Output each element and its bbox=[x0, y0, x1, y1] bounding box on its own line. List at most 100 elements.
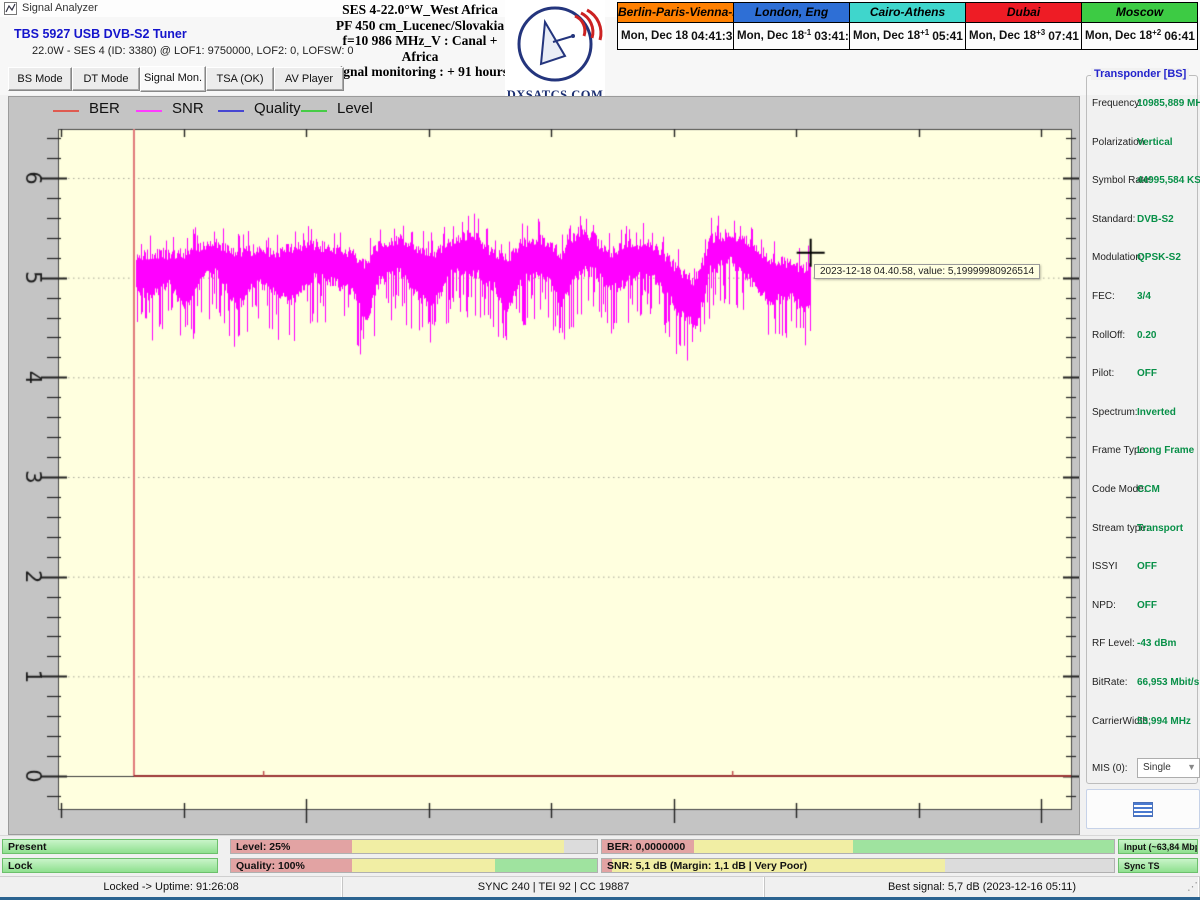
tuner-details: 22.0W - SES 4 (ID: 3380) @ LOF1: 9750000… bbox=[32, 45, 354, 57]
tuner-name: TBS 5927 USB DVB-S2 Tuner bbox=[14, 27, 187, 41]
signal-analyzer-window: Signal Analyzer ▭ ✕ TBS 5927 USB DVB-S2 … bbox=[0, 0, 1200, 900]
clock-3: DubaiMon, Dec 18+307:41 bbox=[966, 3, 1082, 49]
transponder-label-13: NPD: bbox=[1092, 600, 1116, 611]
transponder-value-6: 0.20 bbox=[1137, 330, 1156, 341]
badge-present: Present bbox=[2, 839, 218, 854]
dxsatcs-logo: DXSATCS.COM bbox=[505, 0, 605, 106]
clock-time-row-4: Mon, Dec 18+206:41 bbox=[1082, 23, 1197, 49]
bar-quality: Quality: 100% bbox=[230, 858, 598, 873]
transponder-value-8: Inverted bbox=[1137, 407, 1176, 418]
transponder-value-15: 66,953 Mbit/s bbox=[1137, 677, 1199, 688]
transponder-value-4: QPSK-S2 bbox=[1137, 252, 1181, 263]
bar-ber-segment-2 bbox=[853, 840, 1114, 853]
bar-level-label: Level: 25% bbox=[236, 840, 290, 854]
clock-4: MoscowMon, Dec 18+206:41 bbox=[1082, 3, 1197, 49]
mis-selected-value: Single bbox=[1143, 762, 1171, 773]
bar-level: Level: 25% bbox=[230, 839, 598, 854]
bar-snr: SNR: 5,1 dB (Margin: 1,1 dB | Very Poor) bbox=[601, 858, 1115, 873]
spectrum-icon bbox=[1133, 802, 1153, 817]
transponder-label-3: Standard: bbox=[1092, 214, 1135, 225]
legend-label-snr: SNR bbox=[172, 100, 204, 117]
transponder-value-2: 44995,584 KS/s bbox=[1137, 175, 1200, 186]
transponder-label-14: RF Level: bbox=[1092, 638, 1135, 649]
transponder-label-4: Modulation: bbox=[1092, 252, 1144, 263]
header-line-3: Signal monitoring : + 91 hours bbox=[330, 64, 510, 80]
status-bars-panel: PresentLevel: 25%BER: 0,0000000Input (~6… bbox=[0, 835, 1200, 877]
statusbar-item-2: Best signal: 5,7 dB (2023-12-16 05:11) bbox=[765, 877, 1200, 898]
badge-input-63-84-mbps-: Input (~63,84 Mbps) bbox=[1118, 839, 1198, 854]
bar-quality-segment-1 bbox=[352, 859, 495, 872]
statusbar-item-1: SYNC 240 | TEI 92 | CC 19887 bbox=[343, 877, 765, 898]
clock-date: Mon, Dec 18 bbox=[969, 30, 1036, 42]
badge-sync-ts: Sync TS bbox=[1118, 858, 1198, 873]
clock-time-row-3: Mon, Dec 18+307:41 bbox=[966, 23, 1081, 49]
transponder-panel: Transponder [BS] Frequency:10985,889 MHz… bbox=[1086, 75, 1198, 784]
monitoring-header: SES 4-22.0°W_West AfricaPF 450 cm_Lucene… bbox=[330, 2, 510, 80]
clock-utc-offset: -1 bbox=[804, 28, 814, 45]
chart-tooltip: 2023-12-18 04.40.58, value: 5,1999998092… bbox=[814, 264, 1040, 279]
legend-label-ber: BER bbox=[89, 100, 120, 117]
tab-dt-mode[interactable]: DT Mode bbox=[72, 67, 140, 91]
legend-line-snr bbox=[136, 110, 162, 112]
clock-1: London, EngMon, Dec 18-103:41:31 bbox=[734, 3, 850, 49]
legend-line-quality bbox=[218, 110, 244, 112]
app-icon bbox=[4, 2, 17, 15]
header-line-2: f=10 986 MHz_V : Canal + Africa bbox=[330, 33, 510, 64]
clock-utc-offset: +1 bbox=[920, 28, 932, 45]
signal-chart[interactable] bbox=[9, 121, 1079, 834]
chart-panel: BERSNRQualityLevel 2023-12-18 04.40.58, … bbox=[8, 96, 1080, 835]
mis-dropdown[interactable]: Single ▼ bbox=[1137, 758, 1200, 778]
clock-time-row-2: Mon, Dec 18+105:41 bbox=[850, 23, 965, 49]
clock-date: Mon, Dec 18 bbox=[621, 30, 688, 42]
tab-tsa-ok-[interactable]: TSA (OK) bbox=[206, 67, 274, 91]
header-line-1: PF 450 cm_Lucenec/Slovakia bbox=[330, 18, 510, 34]
tab-av-player[interactable]: AV Player bbox=[274, 67, 344, 91]
transponder-value-12: OFF bbox=[1137, 561, 1157, 572]
transponder-value-5: 3/4 bbox=[1137, 291, 1151, 302]
clock-time-row-0: Mon, Dec 1804:41:31 bbox=[618, 23, 733, 49]
window-title: Signal Analyzer bbox=[22, 2, 98, 14]
legend-label-level: Level bbox=[337, 100, 373, 117]
transponder-value-3: DVB-S2 bbox=[1137, 214, 1174, 225]
clock-time: 07:41 bbox=[1048, 29, 1079, 43]
transponder-label-15: BitRate: bbox=[1092, 677, 1128, 688]
bar-ber-segment-1 bbox=[694, 840, 853, 853]
clock-city-2: Cairo-Athens bbox=[850, 3, 965, 23]
clock-time: 06:41 bbox=[1164, 29, 1195, 43]
resize-grip[interactable]: ⋰ bbox=[1187, 880, 1198, 893]
bar-quality-segment-2 bbox=[495, 859, 597, 872]
clock-2: Cairo-AthensMon, Dec 18+105:41 bbox=[850, 3, 966, 49]
transponder-label-0: Frequency: bbox=[1092, 98, 1142, 109]
clock-0: Berlin-Paris-Vienna-RomaMon, Dec 1804:41… bbox=[618, 3, 734, 49]
bar-quality-label: Quality: 100% bbox=[236, 859, 305, 873]
tab-signal-mon-[interactable]: Signal Mon. bbox=[140, 66, 206, 92]
tab-bs-mode[interactable]: BS Mode bbox=[8, 67, 72, 91]
chevron-down-icon: ▼ bbox=[1187, 759, 1196, 776]
transponder-label-6: RollOff: bbox=[1092, 330, 1125, 341]
clock-utc-offset: +3 bbox=[1036, 28, 1048, 45]
legend-line-ber bbox=[53, 110, 79, 112]
transponder-value-11: Transport bbox=[1137, 523, 1183, 534]
clock-date: Mon, Dec 18 bbox=[1085, 30, 1152, 42]
transponder-label-7: Pilot: bbox=[1092, 368, 1114, 379]
transponder-value-13: OFF bbox=[1137, 600, 1157, 611]
transponder-value-14: -43 dBm bbox=[1137, 638, 1176, 649]
clock-time-row-1: Mon, Dec 18-103:41:31 bbox=[734, 23, 849, 49]
spectrum-button[interactable] bbox=[1086, 789, 1200, 829]
clock-city-3: Dubai bbox=[966, 3, 1081, 23]
statusbar: Locked -> Uptime: 91:26:08SYNC 240 | TEI… bbox=[0, 876, 1200, 898]
bar-level-segment-1 bbox=[352, 840, 564, 853]
satellite-dish-logo-icon bbox=[505, 0, 605, 88]
transponder-value-16: 53,994 MHz bbox=[1137, 716, 1191, 727]
header-line-0: SES 4-22.0°W_West Africa bbox=[330, 2, 510, 18]
clock-city-4: Moscow bbox=[1082, 3, 1197, 23]
transponder-label-5: FEC: bbox=[1092, 291, 1115, 302]
transponder-label-8: Spectrum: bbox=[1092, 407, 1138, 418]
transponder-value-1: Vertical bbox=[1137, 137, 1173, 148]
clock-date: Mon, Dec 18 bbox=[737, 30, 804, 42]
transponder-value-7: OFF bbox=[1137, 368, 1157, 379]
transponder-panel-title: Transponder [BS] bbox=[1091, 68, 1189, 80]
legend-line-level bbox=[301, 110, 327, 112]
clock-date: Mon, Dec 18 bbox=[853, 30, 920, 42]
clock-utc-offset: +2 bbox=[1152, 28, 1164, 45]
